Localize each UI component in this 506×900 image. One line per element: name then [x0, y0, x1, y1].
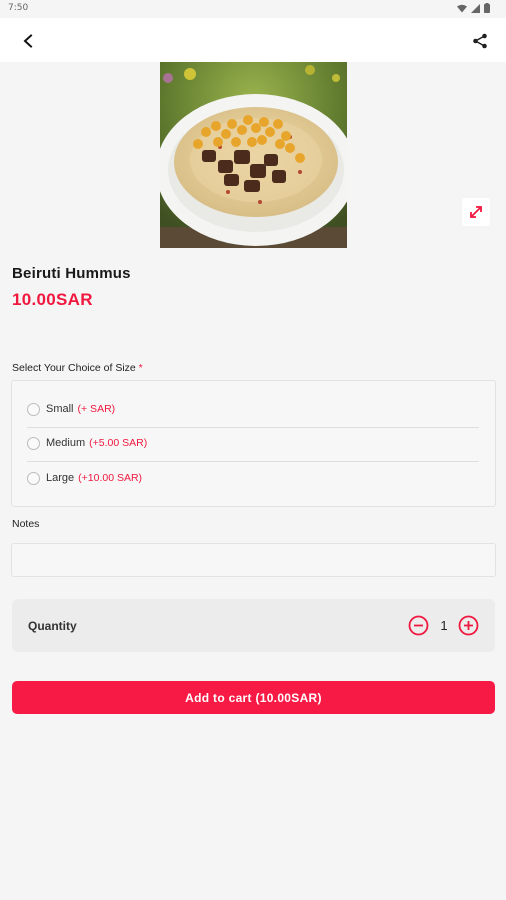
radio-large[interactable]	[27, 471, 40, 485]
option-label: Medium	[46, 437, 86, 449]
size-option-large[interactable]: Large (+10.00 SAR)	[27, 461, 479, 495]
share-icon	[473, 33, 487, 49]
size-label-text: Select Your Choice of Size	[12, 362, 136, 374]
size-options: Small (+ SAR) Medium (+5.00 SAR) Large (…	[11, 380, 496, 507]
notes-label: Notes	[12, 518, 40, 530]
quantity-label: Quantity	[28, 619, 77, 633]
size-option-small[interactable]: Small (+ SAR)	[27, 392, 479, 426]
status-time: 7:50	[8, 3, 29, 13]
size-section-label: Select Your Choice of Size *	[12, 362, 143, 374]
required-marker: *	[138, 362, 143, 374]
quantity-stepper: Quantity 1	[12, 599, 495, 652]
back-arrow-icon	[23, 34, 33, 48]
option-extra-price: (+5.00 SAR)	[89, 437, 148, 449]
battery-icon	[484, 3, 490, 13]
share-button[interactable]	[466, 27, 494, 55]
quantity-value: 1	[440, 618, 448, 633]
radio-medium[interactable]	[27, 436, 40, 450]
minus-circle-icon[interactable]	[408, 615, 429, 636]
option-extra-price: (+10.00 SAR)	[78, 472, 143, 484]
product-price: 10.00SAR	[12, 290, 93, 309]
size-option-medium[interactable]: Medium (+5.00 SAR)	[27, 426, 479, 460]
plus-circle-icon[interactable]	[458, 615, 479, 636]
radio-small[interactable]	[27, 402, 40, 416]
option-extra-price: (+ SAR)	[77, 403, 116, 415]
product-image	[160, 62, 347, 248]
back-button[interactable]	[14, 27, 42, 55]
signal-icon	[471, 3, 480, 13]
app-bar	[0, 18, 506, 62]
status-icons	[457, 3, 490, 13]
option-label: Small	[46, 403, 74, 415]
status-bar: 7:50	[0, 0, 506, 18]
option-label: Large	[46, 472, 75, 484]
wifi-icon	[457, 4, 467, 12]
notes-input[interactable]	[11, 543, 496, 577]
expand-icon	[470, 206, 482, 218]
expand-image-button[interactable]	[462, 198, 490, 226]
add-to-cart-button[interactable]: Add to cart (10.00SAR)	[12, 681, 495, 714]
product-title: Beiruti Hummus	[12, 265, 131, 282]
